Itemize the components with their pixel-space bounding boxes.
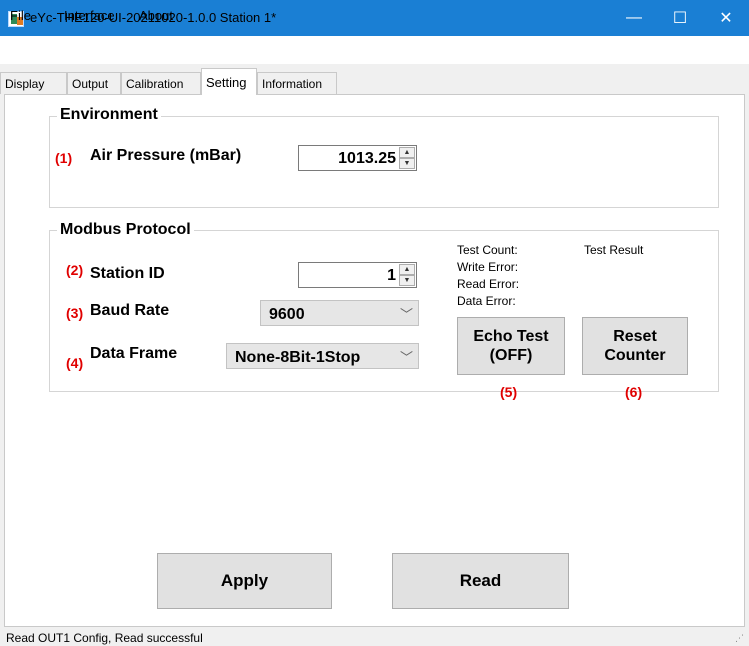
annotation-6: (6) (625, 384, 643, 400)
menu-file[interactable]: File (10, 8, 31, 23)
test-result-label: Test Result (584, 243, 644, 257)
tab-calibration[interactable]: Calibration (121, 72, 201, 94)
tab-display[interactable]: Display (0, 72, 67, 94)
reset-counter-line2: Counter (604, 347, 666, 364)
chevron-down-icon: ﹀ (399, 350, 413, 365)
close-button[interactable]: ✕ (703, 0, 749, 36)
station-up-icon[interactable]: ▲ (399, 264, 415, 275)
read-button[interactable]: Read (392, 553, 569, 609)
data-frame-value: None-8Bit-1Stop (235, 349, 361, 366)
air-pressure-spinbox[interactable]: 1013.25 ▲ ▼ (298, 145, 417, 171)
air-pressure-value: 1013.25 (338, 150, 396, 167)
apply-button[interactable]: Apply (157, 553, 332, 609)
read-error-label: Read Error: (457, 277, 520, 291)
air-pressure-label: Air Pressure (mBar) (90, 147, 242, 164)
chevron-down-icon: ﹀ (399, 307, 413, 322)
annotation-4: (4) (66, 355, 84, 371)
annotation-1: (1) (55, 150, 73, 166)
station-id-label: Station ID (90, 265, 165, 282)
tab-information[interactable]: Information (257, 72, 337, 94)
baud-rate-value: 9600 (269, 306, 305, 323)
annotation-5: (5) (500, 384, 518, 400)
environment-group-title: Environment (57, 106, 161, 124)
status-text: Read OUT1 Config, Read successful (6, 631, 203, 645)
menu-bar (0, 36, 749, 64)
echo-test-button[interactable]: Echo Test (OFF) (457, 317, 565, 375)
station-id-spinbox[interactable]: 1 ▲ ▼ (298, 262, 417, 288)
test-count-label: Test Count: (457, 243, 518, 257)
write-error-label: Write Error: (457, 260, 519, 274)
pressure-down-icon[interactable]: ▼ (399, 158, 415, 169)
echo-test-label: Echo Test (473, 327, 549, 345)
maximize-button[interactable]: ☐ (657, 0, 703, 36)
annotation-2: (2) (66, 262, 84, 278)
pressure-up-icon[interactable]: ▲ (399, 147, 415, 158)
size-grip-icon[interactable]: ⋰ (735, 633, 744, 644)
minimize-button[interactable]: — (611, 0, 657, 36)
baud-rate-label: Baud Rate (90, 302, 170, 319)
baud-rate-select[interactable]: 9600 ﹀ (260, 300, 419, 326)
reset-counter-button[interactable]: Reset Counter (582, 317, 688, 375)
station-down-icon[interactable]: ▼ (399, 275, 415, 286)
tab-setting[interactable]: Setting (201, 68, 257, 95)
data-frame-label: Data Frame (90, 345, 178, 362)
menu-interface[interactable]: Interface (64, 8, 115, 23)
tab-output[interactable]: Output (67, 72, 121, 94)
echo-test-state: (OFF) (489, 347, 533, 364)
modbus-protocol-group-title: Modbus Protocol (57, 221, 194, 239)
annotation-3: (3) (66, 305, 84, 321)
data-error-label: Data Error: (457, 294, 516, 308)
station-id-value: 1 (387, 267, 396, 284)
data-frame-select[interactable]: None-8Bit-1Stop ﹀ (226, 343, 419, 369)
menu-about[interactable]: About (139, 8, 173, 23)
reset-counter-line1: Reset (613, 327, 657, 345)
